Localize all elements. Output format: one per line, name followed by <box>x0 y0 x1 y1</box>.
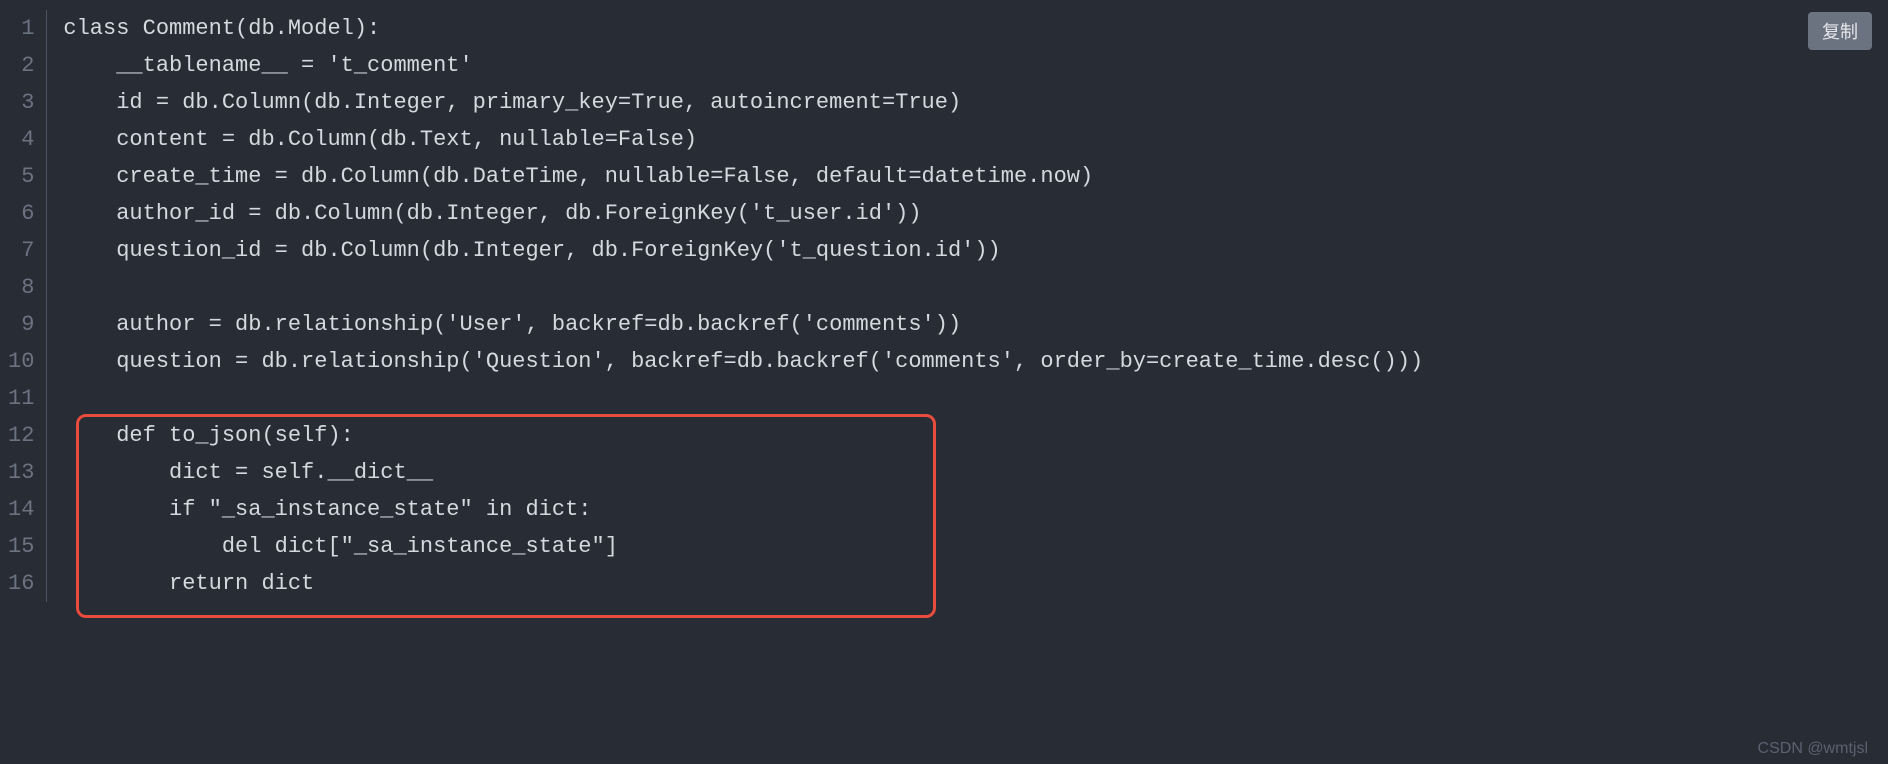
line-number: 10 <box>8 343 34 380</box>
code-line: if "_sa_instance_state" in dict: <box>63 491 1888 528</box>
code-line: author = db.relationship('User', backref… <box>63 306 1888 343</box>
line-number: 11 <box>8 380 34 417</box>
line-number: 12 <box>8 417 34 454</box>
line-number: 3 <box>8 84 34 121</box>
code-block: 1 2 3 4 5 6 7 8 9 10 11 12 13 14 15 16 c… <box>0 0 1888 612</box>
copy-button[interactable]: 复制 <box>1808 12 1872 50</box>
watermark: CSDN @wmtjsl <box>1758 740 1868 758</box>
line-number: 7 <box>8 232 34 269</box>
line-number: 5 <box>8 158 34 195</box>
code-line: del dict["_sa_instance_state"] <box>63 528 1888 565</box>
code-line <box>63 269 1888 306</box>
line-number: 16 <box>8 565 34 602</box>
line-number: 9 <box>8 306 34 343</box>
code-line: def to_json(self): <box>63 417 1888 454</box>
line-number: 13 <box>8 454 34 491</box>
code-line: question_id = db.Column(db.Integer, db.F… <box>63 232 1888 269</box>
line-number: 14 <box>8 491 34 528</box>
code-line: return dict <box>63 565 1888 602</box>
line-number: 4 <box>8 121 34 158</box>
code-line <box>63 380 1888 417</box>
code-line: class Comment(db.Model): <box>63 10 1888 47</box>
line-number: 15 <box>8 528 34 565</box>
code-content[interactable]: class Comment(db.Model): __tablename__ =… <box>47 10 1888 602</box>
code-line: __tablename__ = 't_comment' <box>63 47 1888 84</box>
line-number: 1 <box>8 10 34 47</box>
line-number-gutter: 1 2 3 4 5 6 7 8 9 10 11 12 13 14 15 16 <box>0 10 47 602</box>
code-line: question = db.relationship('Question', b… <box>63 343 1888 380</box>
code-line: content = db.Column(db.Text, nullable=Fa… <box>63 121 1888 158</box>
code-line: author_id = db.Column(db.Integer, db.For… <box>63 195 1888 232</box>
line-number: 6 <box>8 195 34 232</box>
line-number: 2 <box>8 47 34 84</box>
line-number: 8 <box>8 269 34 306</box>
code-line: create_time = db.Column(db.DateTime, nul… <box>63 158 1888 195</box>
code-line: dict = self.__dict__ <box>63 454 1888 491</box>
code-line: id = db.Column(db.Integer, primary_key=T… <box>63 84 1888 121</box>
